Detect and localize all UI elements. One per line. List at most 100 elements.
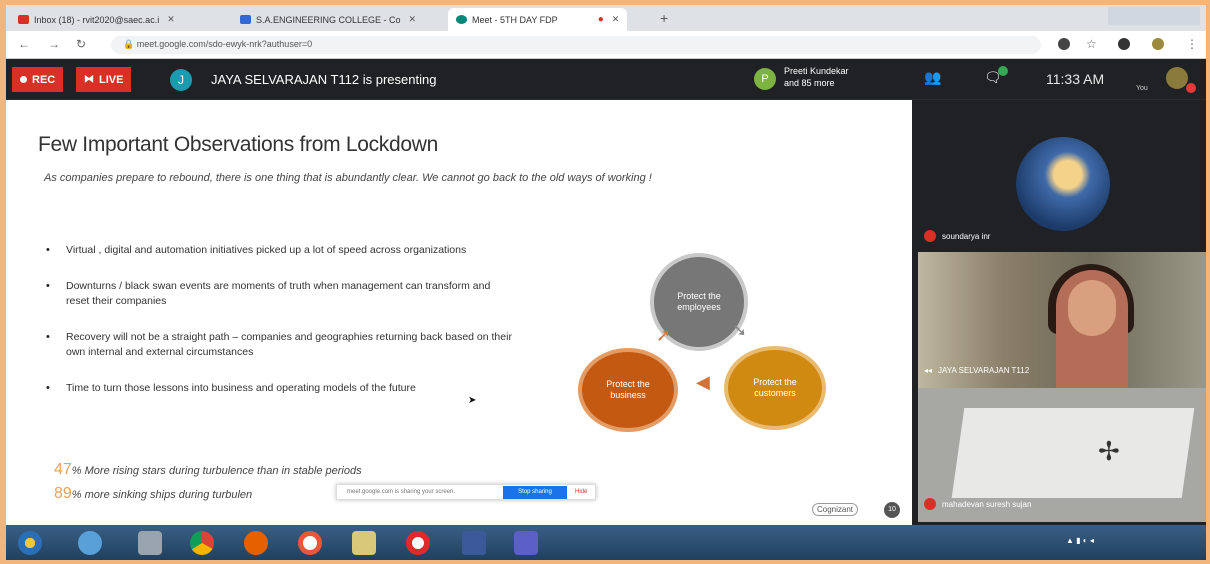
you-label: You	[1136, 85, 1148, 92]
bullet-list: Virtual , digital and automation initiat…	[44, 243, 514, 417]
stat-text: % more sinking ships during turbulen	[71, 489, 253, 501]
self-avatar[interactable]	[1166, 67, 1188, 89]
arrow-icon: ◀	[696, 372, 710, 392]
bullet-item: Downturns / black swan events are moment…	[44, 279, 514, 309]
slide-intro: As companies prepare to rebound, there i…	[44, 172, 652, 184]
notification-text: meet.google.com is sharing your screen.	[347, 489, 456, 495]
tab-gmail[interactable]: Inbox (18) - rvit2020@saec.ac.i ✕	[10, 8, 183, 31]
explorer-icon[interactable]	[138, 531, 162, 555]
screen: Inbox (18) - rvit2020@saec.ac.i ✕ S.A.EN…	[6, 5, 1206, 560]
lock-icon: 🔒	[123, 39, 135, 49]
participants-line2: and 85 more	[784, 78, 835, 88]
stat-number: 89	[54, 485, 72, 502]
tab-label: S.A.ENGINEERING COLLEGE - Co	[256, 14, 401, 25]
site-icon	[240, 15, 251, 24]
arrow-icon: ➚	[656, 325, 672, 345]
close-icon[interactable]: ✕	[409, 14, 417, 25]
stat-rising: 47% More rising stars during turbulence …	[54, 461, 362, 479]
mic-off-icon	[924, 498, 936, 510]
tab-meet[interactable]: Meet - 5TH DAY FDP ● ✕	[448, 8, 628, 31]
live-badge: ⧓ LIVE	[76, 67, 132, 92]
url-text: meet.google.com/sdo-ewyk-nrk?authuser=0	[136, 39, 313, 49]
close-icon[interactable]: ✕	[612, 14, 620, 25]
bullet-item: Recovery will not be a straight path – c…	[44, 330, 514, 360]
slide-page-number: 10	[884, 502, 900, 518]
chrome-icon[interactable]	[190, 531, 214, 555]
participants-line1: Preeti Kundekar	[784, 66, 849, 76]
tab-label: Inbox (18) - rvit2020@saec.ac.i	[34, 14, 160, 25]
back-icon[interactable]: ←	[18, 37, 30, 51]
windows-taskbar: ▲ ▮ ◐ ◂	[6, 525, 1206, 560]
camera-icon[interactable]	[1058, 38, 1070, 50]
stat-sinking: 89% more sinking ships during turbulen	[54, 485, 252, 503]
close-icon[interactable]: ✕	[167, 14, 175, 25]
opera-icon[interactable]	[406, 531, 430, 555]
clock: 11:33 AM	[1046, 71, 1105, 87]
participant-tile[interactable]: ✢ mahadevan suresh sujan	[918, 388, 1206, 522]
firefox-icon[interactable]	[244, 531, 268, 555]
cycle-business: Protect the business	[578, 348, 678, 432]
url-field[interactable]: 🔒 meet.google.com/sdo-ewyk-nrk?authuser=…	[111, 36, 1041, 54]
participant-tiles: soundarya inr ◂◂ JAYA SELVARAJAN T112 ✢ …	[912, 100, 1206, 525]
chat-badge	[998, 66, 1008, 76]
profile-icon[interactable]	[1152, 38, 1164, 50]
participant-name: soundarya inr	[942, 231, 991, 241]
meet-icon	[456, 15, 467, 24]
recording-dot-icon: ●	[597, 14, 604, 25]
cognizant-logo: Cognizant	[812, 503, 859, 516]
participant-face	[1068, 280, 1116, 336]
window-controls[interactable]	[1108, 7, 1200, 25]
meet-header: REC ⧓ LIVE J JAYA SELVARAJAN T112 is pre…	[6, 59, 1206, 99]
mouse-cursor-icon: ➤	[468, 395, 477, 406]
participant-tile[interactable]: soundarya inr	[918, 115, 1206, 252]
tile-label: ◂◂ JAYA SELVARAJAN T112	[924, 366, 1029, 375]
slide-title: Few Important Observations from Lockdown	[38, 133, 439, 156]
speaking-icon: ◂◂	[924, 366, 933, 375]
hide-button[interactable]: Hide	[575, 489, 587, 495]
app-icon[interactable]	[298, 531, 322, 555]
folder-icon[interactable]	[352, 531, 376, 555]
stop-sharing-button[interactable]: Stop sharing	[503, 486, 567, 499]
live-icon: ⧓	[84, 74, 94, 85]
participant-name: mahadevan suresh sujan	[942, 499, 1032, 509]
tab-label: Meet - 5TH DAY FDP	[472, 14, 558, 25]
teams-icon[interactable]	[514, 531, 538, 555]
new-tab-button[interactable]: +	[660, 10, 668, 26]
participant-avatar: P	[754, 68, 776, 90]
presentation-slide: Few Important Observations from Lockdown…	[6, 100, 912, 525]
extension-icon[interactable]	[1118, 38, 1130, 50]
participant-avatar	[1016, 137, 1110, 231]
stat-number: 47	[54, 461, 72, 478]
system-tray-icons[interactable]: ▲ ▮ ◐ ◂	[1066, 536, 1094, 545]
tab-college[interactable]: S.A.ENGINEERING COLLEGE - Co ✕	[232, 8, 424, 31]
address-bar-row: ← → ↻ 🔒 meet.google.com/sdo-ewyk-nrk?aut…	[6, 31, 1206, 59]
people-icon[interactable]: 👥	[924, 69, 941, 86]
mic-off-icon	[1186, 83, 1196, 93]
video-ceiling	[951, 408, 1195, 498]
presenter-avatar: J	[170, 69, 192, 91]
menu-icon[interactable]: ⋮	[1186, 37, 1198, 51]
facebook-icon[interactable]	[462, 531, 486, 555]
start-button-icon[interactable]	[18, 531, 42, 555]
ceiling-fan: ✢	[1098, 436, 1120, 466]
record-dot-icon	[20, 76, 27, 83]
presenting-text: JAYA SELVARAJAN T112 is presenting	[211, 72, 437, 87]
tile-label: soundarya inr	[924, 230, 990, 242]
bullet-item: Virtual , digital and automation initiat…	[44, 243, 514, 258]
arrow-icon: ➘	[732, 320, 748, 340]
browser-tab-strip: Inbox (18) - rvit2020@saec.ac.i ✕ S.A.EN…	[6, 5, 1206, 31]
live-label: LIVE	[99, 73, 124, 86]
participant-tile[interactable]: ◂◂ JAYA SELVARAJAN T112	[918, 252, 1206, 388]
star-icon[interactable]: ☆	[1086, 37, 1097, 51]
gmail-icon	[18, 15, 29, 24]
tile-label: mahadevan suresh sujan	[924, 498, 1031, 510]
forward-icon[interactable]: →	[48, 37, 60, 51]
taskbar-clock[interactable]	[1136, 530, 1138, 540]
ie-icon[interactable]	[78, 531, 102, 555]
participant-name: JAYA SELVARAJAN T112	[938, 366, 1030, 375]
reload-icon[interactable]: ↻	[76, 37, 86, 51]
participants-summary[interactable]: Preeti Kundekar and 85 more	[784, 65, 894, 89]
screen-share-notification: meet.google.com is sharing your screen. …	[336, 484, 596, 500]
rec-label: REC	[32, 73, 56, 86]
cycle-customers: Protect the customers	[724, 346, 826, 430]
